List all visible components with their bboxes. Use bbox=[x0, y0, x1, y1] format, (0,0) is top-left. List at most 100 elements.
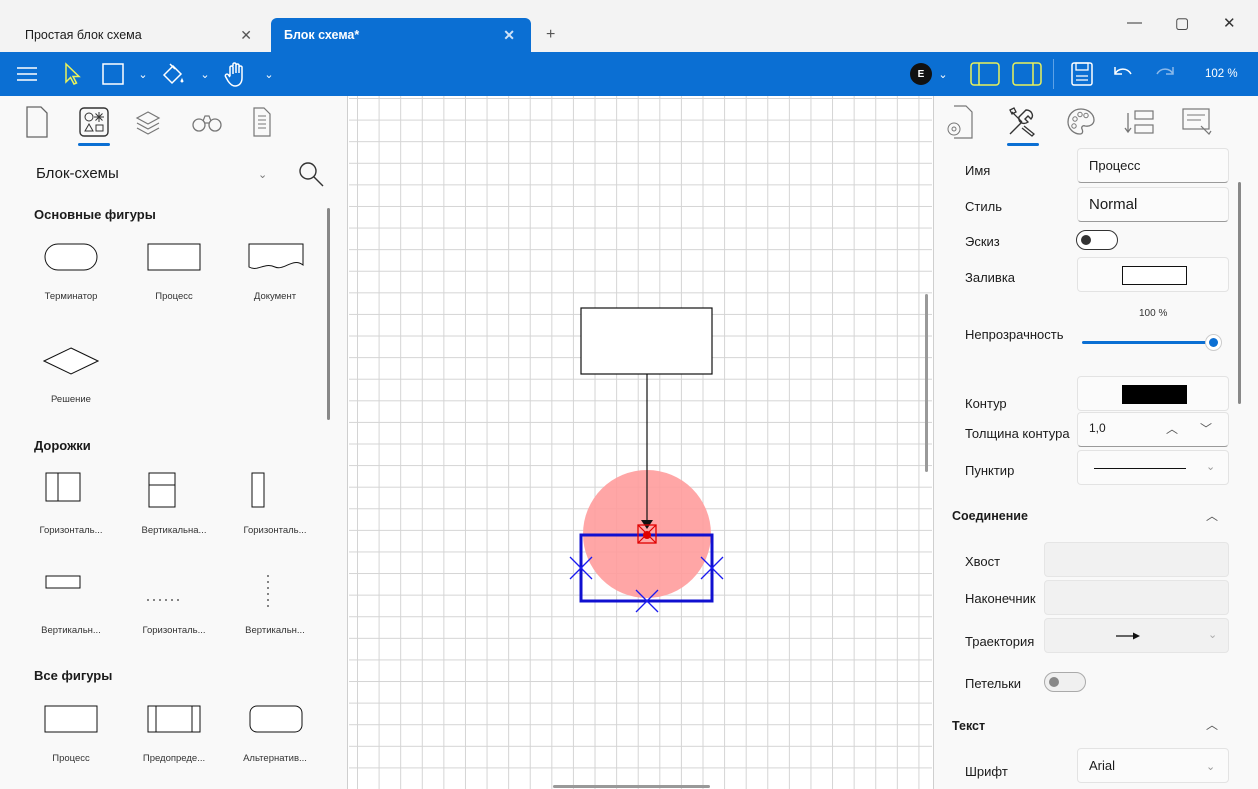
tail-select[interactable] bbox=[1044, 542, 1229, 577]
shape-label: Альтернатив... bbox=[243, 753, 307, 764]
chevron-up-icon[interactable]: ︿ bbox=[1206, 507, 1218, 524]
sketch-toggle[interactable] bbox=[1076, 230, 1118, 250]
save-icon[interactable] bbox=[1066, 52, 1098, 96]
properties-panel: Имя Процесс Стиль Normal Эскиз Заливка 1… bbox=[933, 96, 1258, 789]
shapes-icon[interactable] bbox=[77, 104, 111, 140]
rectangle-tool-icon[interactable] bbox=[96, 52, 130, 96]
chevron-up-icon[interactable]: ︿ bbox=[1166, 420, 1178, 437]
chevron-down-icon[interactable]: ⌄ bbox=[936, 52, 950, 96]
zoom-level[interactable]: 102 % bbox=[1205, 68, 1238, 80]
horizontal-lane-shape-icon[interactable] bbox=[251, 472, 265, 511]
vertical-lane-shape-icon[interactable] bbox=[45, 575, 81, 592]
section-title: Основные фигуры bbox=[34, 207, 156, 222]
close-window-icon[interactable]: ✕ bbox=[1223, 14, 1236, 32]
comment-icon[interactable] bbox=[1178, 102, 1216, 142]
shape-label: Предопреде... bbox=[142, 753, 206, 764]
tab-simple-flowchart[interactable]: Простая блок схема ✕ bbox=[12, 18, 268, 52]
arrow-right-icon bbox=[1116, 632, 1140, 640]
outline-color-button[interactable] bbox=[1077, 376, 1229, 411]
minimize-icon[interactable]: — bbox=[1127, 14, 1142, 31]
category-select[interactable]: Блок-схемы bbox=[36, 165, 119, 182]
search-icon[interactable] bbox=[296, 160, 326, 193]
page-settings-icon[interactable] bbox=[942, 102, 980, 142]
title-bar: Простая блок схема ✕ Блок схема* ✕ + — ▢… bbox=[0, 0, 1258, 52]
left-panel-toggle-icon[interactable] bbox=[968, 52, 1002, 96]
horizontal-separator-shape-icon[interactable] bbox=[146, 590, 182, 605]
tools-icon[interactable] bbox=[1003, 102, 1041, 142]
dash-label: Пунктир bbox=[965, 463, 1015, 478]
close-tab-icon[interactable]: ✕ bbox=[503, 27, 515, 44]
hand-pan-icon[interactable] bbox=[218, 52, 254, 96]
tab-flowchart-active[interactable]: Блок схема* ✕ bbox=[271, 18, 531, 52]
chevron-down-icon[interactable]: ⌄ bbox=[1206, 760, 1215, 773]
loops-toggle[interactable] bbox=[1044, 672, 1086, 692]
shape-label: Горизонталь... bbox=[243, 525, 307, 536]
select-arrow-icon[interactable] bbox=[56, 52, 88, 96]
maximize-icon[interactable]: ▢ bbox=[1175, 14, 1189, 32]
theme-circle-icon[interactable]: E bbox=[910, 52, 932, 96]
active-tab-indicator bbox=[78, 143, 110, 146]
text-section-title: Текст bbox=[952, 719, 986, 733]
process-shape-top[interactable] bbox=[580, 307, 713, 375]
fill-color-swatch bbox=[1122, 266, 1187, 285]
opacity-value: 100 % bbox=[1139, 308, 1168, 319]
style-input[interactable]: Normal bbox=[1077, 187, 1229, 222]
opacity-slider[interactable] bbox=[1082, 341, 1220, 344]
canvas-horizontal-scrollbar[interactable] bbox=[553, 785, 710, 788]
diagram-canvas[interactable] bbox=[349, 96, 932, 789]
thickness-label: Толщина контура bbox=[965, 426, 1070, 441]
shape-label: Документ bbox=[253, 291, 297, 302]
dash-select[interactable]: ⌄ bbox=[1077, 450, 1229, 485]
loops-label: Петельки bbox=[965, 676, 1022, 691]
name-input[interactable]: Процесс bbox=[1077, 148, 1229, 183]
vertical-separator-shape-icon[interactable] bbox=[266, 574, 270, 613]
shape-label: Вертикальн... bbox=[245, 625, 305, 636]
process-shape-icon[interactable] bbox=[44, 705, 98, 736]
right-panel-toggle-icon[interactable] bbox=[1010, 52, 1044, 96]
head-select[interactable] bbox=[1044, 580, 1229, 615]
new-tab-icon[interactable]: + bbox=[546, 26, 555, 44]
shape-label: Горизонталь... bbox=[142, 625, 206, 636]
vertical-pool-shape-icon[interactable] bbox=[148, 472, 176, 511]
shapes-panel: Блок-схемы ⌄ Основные фигуры Терминатор … bbox=[0, 96, 348, 789]
horizontal-pool-shape-icon[interactable] bbox=[45, 472, 81, 505]
document-icon[interactable] bbox=[20, 104, 54, 140]
chevron-down-icon[interactable]: ﹀ bbox=[1200, 420, 1212, 437]
fill-bucket-icon[interactable] bbox=[156, 52, 190, 96]
arrange-icon[interactable] bbox=[1120, 102, 1158, 142]
shapes-scrollbar[interactable] bbox=[327, 208, 330, 420]
redo-icon[interactable] bbox=[1150, 52, 1180, 96]
section-title: Дорожки bbox=[34, 438, 91, 453]
properties-scrollbar[interactable] bbox=[1238, 182, 1241, 404]
chevron-down-icon[interactable]: ⌄ bbox=[198, 52, 212, 96]
palette-icon[interactable] bbox=[1062, 102, 1100, 142]
thickness-stepper[interactable]: 1,0 ︿ ﹀ bbox=[1077, 412, 1229, 447]
chevron-up-icon[interactable]: ︿ bbox=[1206, 716, 1218, 733]
pages-icon[interactable] bbox=[244, 104, 278, 140]
style-label: Стиль bbox=[965, 199, 1002, 214]
document-shape-icon[interactable] bbox=[248, 243, 304, 276]
terminator-shape-icon[interactable] bbox=[44, 243, 98, 274]
undo-icon[interactable] bbox=[1108, 52, 1138, 96]
alternate-process-shape-icon[interactable] bbox=[249, 705, 303, 736]
shape-label: Процесс bbox=[155, 291, 193, 302]
chevron-down-icon[interactable]: ⌄ bbox=[136, 52, 150, 96]
chevron-down-icon[interactable]: ⌄ bbox=[1206, 460, 1215, 473]
opacity-slider-thumb[interactable] bbox=[1205, 334, 1222, 351]
decision-shape-icon[interactable] bbox=[42, 347, 100, 378]
outline-color-swatch bbox=[1122, 385, 1187, 404]
chevron-down-icon[interactable]: ⌄ bbox=[258, 168, 267, 181]
predefined-process-shape-icon[interactable] bbox=[147, 705, 201, 736]
canvas-vertical-scrollbar[interactable] bbox=[925, 294, 928, 472]
chevron-down-icon[interactable]: ⌄ bbox=[1208, 628, 1217, 641]
process-shape-icon[interactable] bbox=[147, 243, 201, 274]
menu-icon[interactable] bbox=[10, 52, 44, 96]
close-tab-icon[interactable]: ✕ bbox=[240, 27, 252, 44]
binoculars-icon[interactable] bbox=[190, 104, 224, 140]
layers-icon[interactable] bbox=[131, 104, 165, 140]
fill-color-button[interactable] bbox=[1077, 257, 1229, 292]
path-select[interactable]: ⌄ bbox=[1044, 618, 1229, 653]
font-select[interactable]: Arial ⌄ bbox=[1077, 748, 1229, 783]
section-title: Все фигуры bbox=[34, 668, 113, 683]
chevron-down-icon[interactable]: ⌄ bbox=[262, 52, 276, 96]
